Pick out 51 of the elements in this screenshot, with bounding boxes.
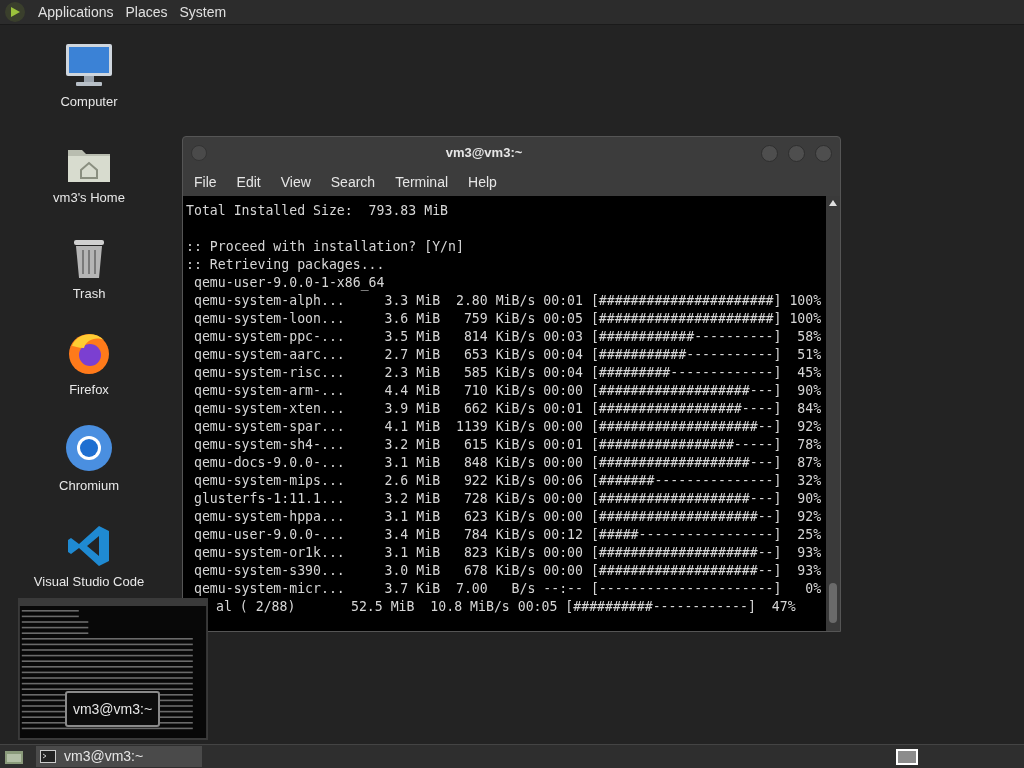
terminal-line: Total Installed Size: 793.83 MiB (186, 203, 448, 218)
menu-item[interactable]: View (280, 172, 311, 193)
window-title: vm3@vm3:~ (444, 144, 524, 163)
panel-menu[interactable]: Applications (38, 1, 114, 23)
terminal-line: glusterfs-1:11.1... 3.2 MiB 728 KiB/s 00:00 [###################---] 90% (192, 491, 822, 506)
panel-menu[interactable]: System (179, 1, 227, 23)
desktop-icon-label[interactable]: vm3's Home (53, 187, 125, 207)
terminal-line: qemu-system-sh4-... 3.2 MiB 615 KiB/s 00:01 [#################-----] 78% (192, 437, 822, 452)
terminal-line: qemu-user-9.0.0-... 3.4 MiB 784 KiB/s 00:12 [#####-----------------] 25% (192, 527, 822, 542)
minimize-button[interactable] (761, 144, 778, 162)
terminal-line: qemu-system-or1k... 3.1 MiB 823 KiB/s 00:00 [####################--] 93% (192, 545, 822, 560)
workspace-switcher[interactable] (896, 748, 918, 765)
desktop-icon-label[interactable]: Trash (72, 283, 106, 303)
menu-item[interactable]: File (194, 172, 217, 193)
terminal-line: qemu-system-alph... 3.3 MiB 2.80 MiB/s 00:01 [######################] 100% (192, 293, 822, 308)
taskbar-button[interactable]: vm3@vm3:~ (36, 746, 202, 767)
scrollbar-thumb[interactable] (829, 583, 837, 623)
panel-menu[interactable]: Places (125, 1, 168, 23)
menu-item[interactable]: Help (468, 172, 497, 193)
terminal-line: qemu-system-micr... 3.7 KiB 7.00 B/s --:-- [----------------------] 0% (192, 581, 822, 596)
terminal-line: qemu-system-hppa... 3.1 MiB 623 KiB/s 00:00 [####################--] 92% (192, 509, 822, 524)
terminal-line: :: Retrieving packages... (186, 257, 385, 272)
terminal-line: qemu-system-aarc... 2.7 MiB 653 KiB/s 00:04 [###########-----------] 51% (192, 347, 822, 362)
terminal-icon (40, 750, 56, 763)
terminal-line: qemu-system-s390... 3.0 MiB 678 KiB/s 00:00 [####################--] 93% (192, 563, 822, 578)
terminal-line: qemu-system-arm-... 4.4 MiB 710 KiB/s 00:00 [###################---] 90% (192, 383, 822, 398)
terminal-line: al ( 2/88) 52.5 MiB 10.8 MiB/s 00:05 [##########------------] 47% (216, 599, 796, 614)
desktop-icon-label[interactable]: Computer (60, 91, 118, 111)
desktop-icon-label[interactable]: Firefox (69, 379, 109, 399)
desktop-icon-label[interactable]: Visual Studio Code (33, 571, 145, 591)
chromium-icon (65, 423, 113, 472)
computer-icon (64, 41, 114, 88)
close-button[interactable] (815, 144, 832, 162)
terminal-line: qemu-system-xten... 3.9 MiB 662 KiB/s 00:01 [##################----] 84% (192, 401, 822, 416)
terminal-line: qemu-docs-9.0.0-... 3.1 MiB 848 KiB/s 00:00 [###################---] 87% (192, 455, 822, 470)
code-editor-icon (67, 523, 111, 568)
scroll-up-arrow-icon[interactable] (829, 200, 837, 206)
distro-logo-icon[interactable] (4, 1, 26, 23)
menu-item[interactable]: Terminal (395, 172, 449, 193)
terminal-line: :: Proceed with installation? [Y/n] (186, 239, 464, 254)
terminal-line: qemu-user-9.0.0-1-x86_64 (192, 275, 385, 290)
terminal-line: qemu-system-spar... 4.1 MiB 1139 KiB/s 00:00 [####################--] 92% (192, 419, 822, 434)
menu-item[interactable]: Search (330, 172, 376, 193)
tooltip: vm3@vm3:~ (65, 691, 160, 727)
terminal-line: qemu-system-mips... 2.6 MiB 922 KiB/s 00:06 [#######---------------] 32% (192, 473, 822, 488)
maximize-button[interactable] (788, 144, 805, 162)
terminal-line: qemu-system-risc... 2.3 MiB 585 KiB/s 00:04 [#########-------------] 45% (192, 365, 822, 380)
menu-item[interactable]: Edit (236, 172, 261, 193)
terminal-line: qemu-system-loon... 3.6 MiB 759 KiB/s 00:05 [######################] 100% (192, 311, 822, 326)
terminal-line: qemu-system-ppc-... 3.5 MiB 814 KiB/s 00:03 [############----------] 58% (192, 329, 822, 344)
desktop-icon-label[interactable]: Chromium (59, 475, 119, 495)
